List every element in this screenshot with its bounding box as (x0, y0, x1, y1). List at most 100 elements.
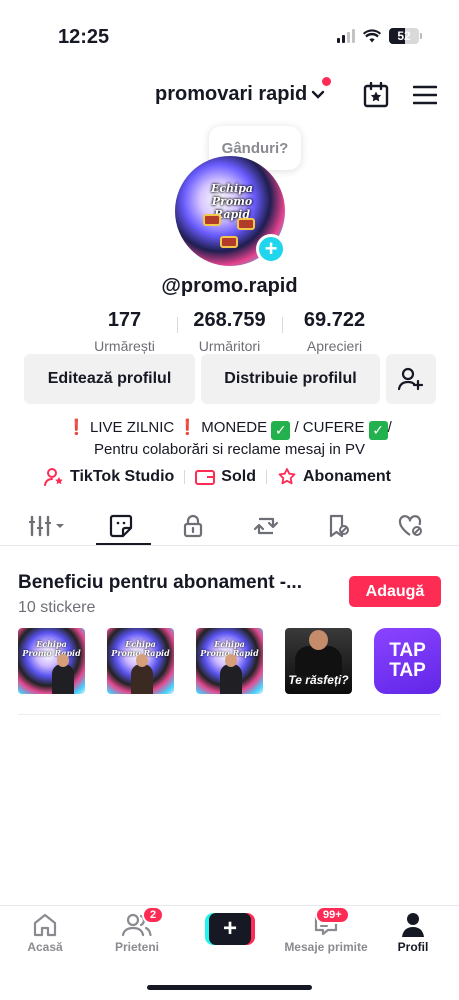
person-figure (52, 664, 74, 694)
profile-icon (402, 913, 424, 937)
chest-icon (237, 218, 255, 230)
person-face (225, 654, 237, 667)
share-profile-button[interactable]: Distribuie profilul (201, 354, 380, 404)
profile-links: TikTok Studio Sold Abonament (44, 467, 391, 487)
bio-text: LIVE ZILNIC (90, 419, 175, 436)
star-badge-icon (278, 468, 296, 485)
home-indicator (147, 985, 312, 990)
sticker-item[interactable]: Echipa Promo Rapid (196, 628, 263, 694)
signal-icon (337, 29, 355, 43)
add-user-icon (398, 367, 424, 391)
sticker-logo: Echipa Promo Rapid (18, 640, 85, 658)
person-face (136, 654, 148, 667)
lock-icon (184, 514, 203, 538)
tab-private[interactable] (168, 508, 218, 544)
studio-icon (44, 468, 63, 486)
inbox-badge: 99+ (315, 906, 350, 924)
divider (0, 545, 459, 546)
content-tabs (0, 506, 459, 546)
username: @promo.rapid (161, 275, 298, 297)
sticker-item[interactable]: Echipa Promo Rapid (107, 628, 174, 694)
sticker-item[interactable]: Te răsfeți? (285, 628, 352, 694)
chest-icon (107, 628, 119, 637)
tab-favorites[interactable] (313, 508, 363, 544)
sticker-count: 10 stickere (18, 599, 96, 616)
person-face (57, 654, 69, 667)
divider (18, 714, 441, 715)
battery-icon: 52 (389, 28, 422, 44)
chest-icon (203, 214, 221, 226)
tiktok-studio-link[interactable]: TikTok Studio (44, 468, 174, 486)
sticker-item[interactable]: TAP TAP (374, 628, 441, 694)
divider (184, 470, 186, 484)
stat-label: Urmăritori (198, 338, 261, 354)
person-figure (295, 646, 342, 676)
chest-icon (196, 628, 208, 637)
person-figure (220, 664, 242, 694)
plus-icon: + (209, 913, 251, 945)
stat-likes[interactable]: 69.722 Aprecieri (283, 309, 387, 354)
sticker-caption: TAP (389, 660, 426, 681)
section-title: Beneficiu pentru abonament -... (18, 572, 302, 593)
chest-icon (220, 236, 238, 248)
sticker-icon (109, 514, 132, 538)
nav-home[interactable]: Acasă (0, 910, 90, 954)
tab-stickers[interactable] (96, 508, 146, 544)
bio-text: / CUFERE (294, 419, 365, 436)
link-label: Sold (221, 468, 256, 485)
sticker-item[interactable]: Echipa Promo Rapid (18, 628, 85, 694)
tab-videos[interactable] (23, 508, 73, 544)
subscription-link[interactable]: Abonament (277, 467, 391, 487)
account-switcher[interactable]: promovari rapid (155, 83, 325, 106)
stat-following[interactable]: 177 Urmărești (73, 309, 177, 354)
check-icon: ✓ (368, 421, 388, 440)
nav-friends[interactable]: Prieteni (92, 910, 182, 954)
tab-reposts[interactable] (241, 508, 291, 544)
battery-level: 52 (397, 29, 411, 43)
bookmark-hidden-icon (330, 514, 350, 538)
account-name: promovari rapid (155, 83, 308, 105)
balance-link[interactable]: Sold (195, 468, 256, 486)
wallet-icon (195, 470, 216, 485)
stat-value: 268.759 (193, 309, 266, 331)
add-story-button[interactable]: + (256, 234, 286, 264)
home-icon (33, 913, 57, 937)
wifi-icon (363, 29, 381, 43)
tab-liked[interactable] (386, 508, 436, 544)
bio-text: MONEDE (201, 419, 268, 436)
notification-dot (322, 77, 331, 86)
stat-followers[interactable]: 268.759 Urmăritori (178, 309, 282, 354)
bio-line-1: ❗ LIVE ZILNIC ❗ MONEDE ✓ / CUFERE ✓ / (0, 418, 459, 440)
create-button[interactable]: + (205, 913, 255, 945)
check-icon: ✓ (271, 421, 291, 440)
link-label: Abonament (302, 468, 391, 485)
sticker-list: Echipa Promo Rapid Echipa Promo Rapid Echi… (18, 628, 441, 694)
repost-icon (253, 517, 278, 535)
divider (265, 470, 267, 484)
nav-label: Mesaje primite (284, 940, 368, 954)
friends-badge: 2 (142, 906, 165, 924)
stat-value: 69.722 (303, 309, 366, 331)
stat-label: Aprecieri (306, 338, 363, 354)
menu-icon[interactable] (413, 85, 437, 105)
add-friend-button[interactable] (386, 354, 436, 404)
stat-value: 177 (107, 309, 142, 331)
edit-profile-button[interactable]: Editează profilul (24, 354, 195, 404)
calendar-star-icon[interactable] (363, 82, 389, 108)
sticker-logo-line2: Promo Rapid (22, 648, 81, 658)
sticker-caption: Te răsfeți? (288, 673, 349, 687)
sticker-caption: TAP (389, 640, 426, 661)
status-time: 12:25 (58, 26, 110, 48)
person-face (309, 630, 328, 650)
nav-label: Profil (397, 940, 429, 954)
status-indicators: 52 (337, 28, 422, 44)
grid-filter-icon (29, 515, 65, 537)
bio-text: / (387, 419, 392, 436)
chevron-down-icon (312, 90, 325, 99)
heart-hidden-icon (398, 515, 422, 536)
avatar-logo-line1: Echipa (210, 182, 254, 195)
bio-line-2: Pentru colaborări si reclame mesaj in PV (94, 441, 365, 458)
nav-label: Prieteni (114, 940, 159, 954)
nav-profile[interactable]: Profil (368, 910, 458, 954)
add-stickers-button[interactable]: Adaugă (349, 576, 441, 607)
